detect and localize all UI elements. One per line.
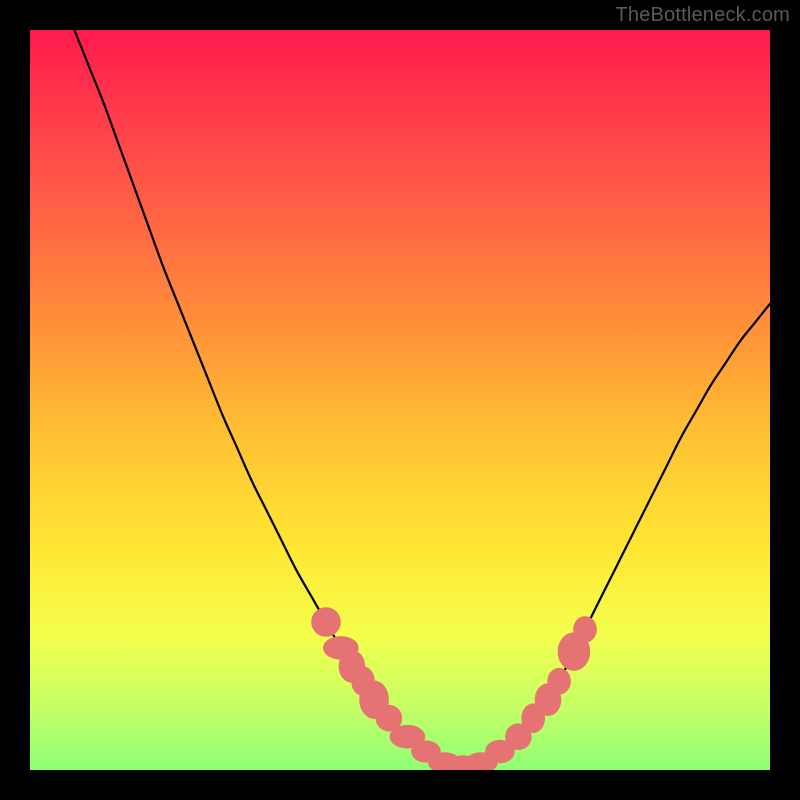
curve-marker [448,755,478,770]
curve-marker [428,752,461,770]
curve-marker [339,650,366,683]
curve-marker [311,607,341,637]
curve-marker [411,740,441,762]
curve-markers [311,607,597,770]
watermark-text: TheBottleneck.com [615,4,790,27]
curve-marker [323,636,359,660]
curve-marker [547,668,571,695]
curve-marker [359,681,389,719]
curve-marker [465,752,498,770]
curve-marker [573,616,597,643]
curve-marker [535,683,562,716]
curve-marker [351,666,375,696]
curve-svg [30,30,770,770]
plot-area [30,30,770,770]
curve-marker [558,632,591,670]
chart-frame: TheBottleneck.com [0,0,800,800]
curve-marker [390,725,426,749]
bottleneck-curve [74,30,770,767]
curve-marker [376,705,403,732]
curve-marker [505,723,532,750]
curve-marker [521,703,545,733]
curve-marker [485,740,515,764]
